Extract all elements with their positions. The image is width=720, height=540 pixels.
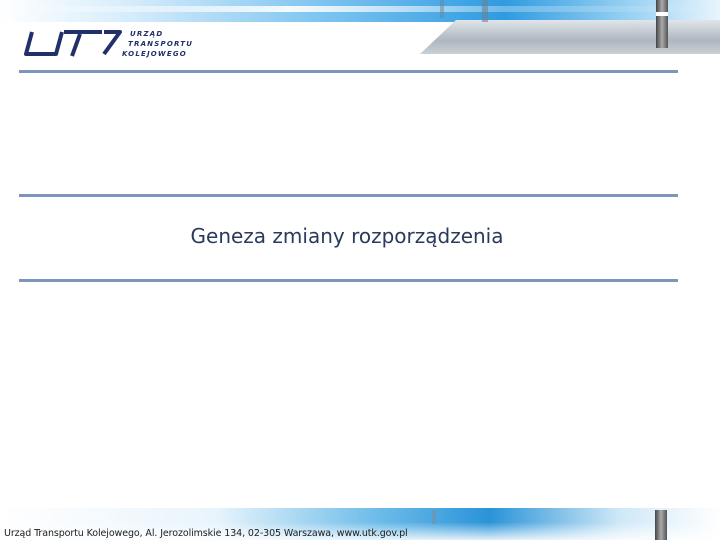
title-top-divider — [19, 194, 678, 197]
top-divider — [19, 70, 678, 73]
banner-light-streak — [0, 6, 720, 12]
utk-logo: URZĄD TRANSPORTU KOLEJOWEGO — [20, 28, 210, 62]
footer-pillar — [655, 510, 667, 540]
logo-line-3: KOLEJOWEGO — [122, 50, 187, 58]
footer-banner-image: Urząd Transportu Kolejowego, Al. Jerozol… — [0, 508, 720, 540]
banner-pole — [482, 0, 488, 22]
utk-logo-mark-icon — [24, 30, 122, 57]
logo-line-2: TRANSPORTU — [128, 40, 194, 48]
logo-line-1: URZĄD — [130, 30, 164, 38]
title-bottom-divider — [19, 279, 678, 282]
logo-wordmark: URZĄD TRANSPORTU KOLEJOWEGO — [120, 29, 220, 59]
footer-address: Urząd Transportu Kolejowego, Al. Jerozol… — [4, 528, 408, 539]
slide-title: Geneza zmiany rozporządzenia — [190, 224, 504, 248]
banner-pillar — [656, 0, 668, 48]
banner-pole — [440, 0, 444, 18]
footer-pole — [432, 510, 436, 524]
banner-platform — [420, 20, 720, 54]
